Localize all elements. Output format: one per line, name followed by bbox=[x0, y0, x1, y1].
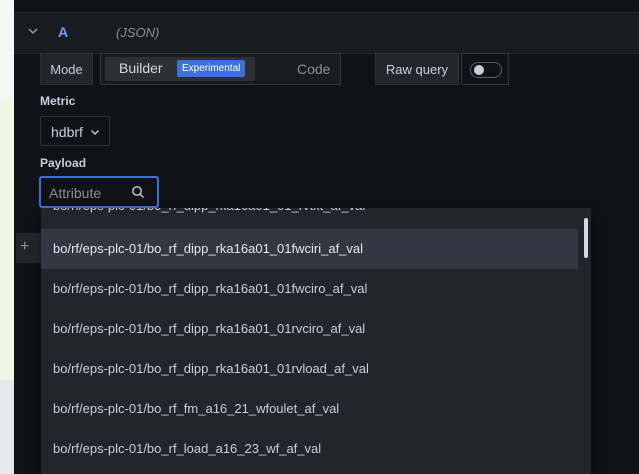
plus-icon: + bbox=[20, 238, 29, 256]
attribute-search-field[interactable] bbox=[39, 176, 159, 208]
left-edge-segment bbox=[0, 0, 14, 100]
left-edge-segment bbox=[0, 380, 14, 474]
mode-builder-label: Builder bbox=[119, 60, 163, 76]
toggle-knob bbox=[474, 65, 484, 75]
query-datasource-label: (JSON) bbox=[116, 25, 159, 40]
mode-label: Mode bbox=[40, 53, 93, 85]
chevron-down-icon bbox=[89, 126, 101, 138]
raw-query-label: Raw query bbox=[375, 53, 459, 85]
dropdown-option[interactable]: bo/rf/eps-plc-01/bo_rf_dipp_rka16a01_01r… bbox=[41, 309, 578, 349]
mode-radio-group: Builder Experimental Code bbox=[100, 53, 341, 85]
attribute-dropdown-list[interactable]: bo/rf/eps-plc-01/bo_rf_dipp_rka16a01_01_… bbox=[41, 208, 591, 474]
dropdown-option[interactable]: bo/rf/eps-plc-01/bo_rf_fm_a16_21_wfoulet… bbox=[41, 389, 578, 429]
metric-select[interactable]: hdbrf bbox=[40, 116, 110, 146]
metric-selected-value: hdbrf bbox=[51, 124, 83, 140]
dropdown-scrollbar[interactable] bbox=[584, 218, 588, 258]
query-ref-id[interactable]: A bbox=[58, 24, 68, 40]
left-edge-segment bbox=[0, 100, 14, 380]
query-row-header[interactable]: A (JSON) bbox=[14, 12, 639, 54]
dropdown-option[interactable]: bo/rf/eps-plc-01/bo_rf_dipp_rka16a01_01f… bbox=[41, 269, 578, 309]
search-icon bbox=[131, 185, 145, 199]
mode-code-option[interactable]: Code bbox=[297, 61, 330, 77]
left-edge-panel bbox=[0, 0, 14, 474]
payload-label: Payload bbox=[40, 156, 86, 170]
dropdown-option[interactable]: bo/rf/eps-plc-01/bo_rf_dipp_rka16a01_01_… bbox=[41, 208, 578, 226]
mode-builder-option[interactable]: Builder Experimental bbox=[105, 57, 255, 81]
chevron-down-icon[interactable] bbox=[26, 24, 40, 38]
query-editor: A (JSON) Mode Builder Experimental Code … bbox=[14, 0, 639, 474]
dropdown-option[interactable]: bo/rf/eps-plc-01/bo_rf_load_a16_23_wf_af… bbox=[41, 429, 578, 469]
attribute-search-input[interactable] bbox=[47, 183, 127, 203]
dropdown-option-highlighted[interactable]: bo/rf/eps-plc-01/bo_rf_dipp_rka16a01_01f… bbox=[41, 229, 578, 269]
raw-query-switch-container bbox=[461, 53, 509, 85]
experimental-badge: Experimental bbox=[177, 60, 245, 77]
metric-label: Metric bbox=[40, 94, 75, 108]
dropdown-option[interactable]: bo/rf/eps-plc-01/bo_rf_dipp_rka16a01_01r… bbox=[41, 349, 578, 389]
raw-query-toggle[interactable] bbox=[470, 62, 502, 78]
